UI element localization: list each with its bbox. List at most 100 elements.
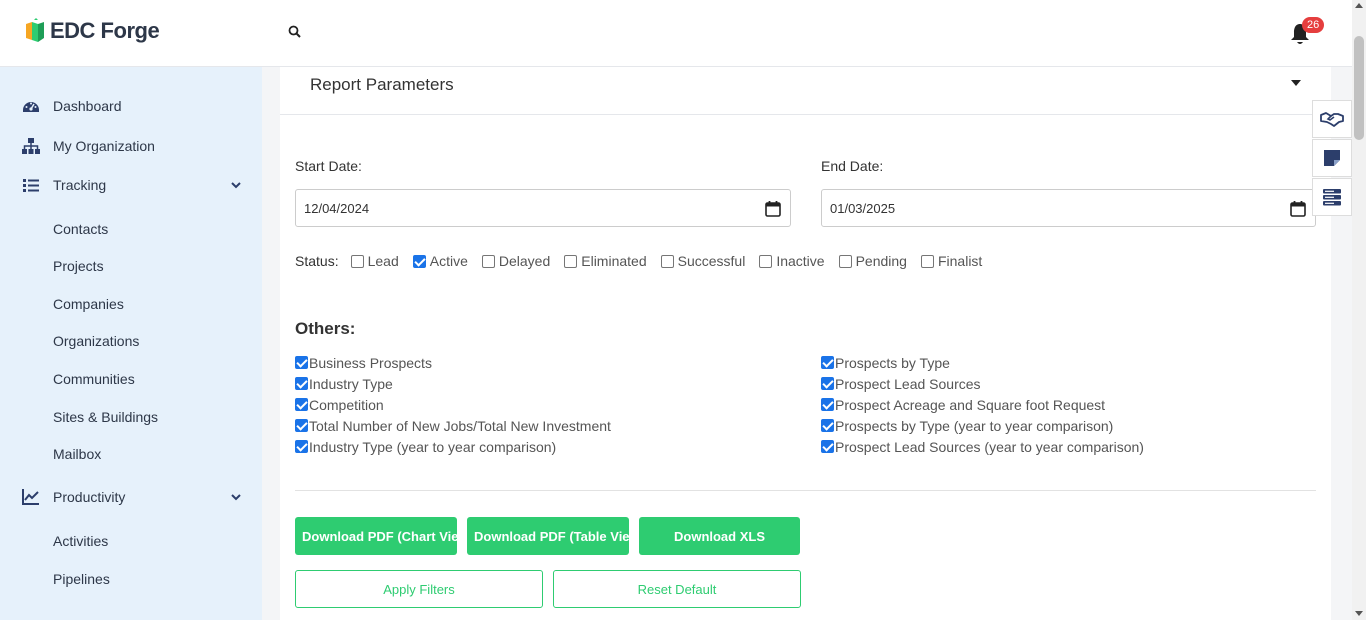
status-inactive-checkbox[interactable]: Inactive — [759, 253, 825, 269]
brand-name: EDC Forge — [50, 18, 160, 43]
end-date-label: End Date: — [821, 158, 884, 174]
others-option-label: Industry Type (year to year comparison) — [309, 438, 557, 455]
status-finalist-checkbox[interactable]: Finalist — [920, 253, 983, 269]
download-pdf-table-button[interactable]: Download PDF (Table View) — [467, 517, 629, 555]
others-option-label: Prospects by Type (year to year comparis… — [835, 417, 1114, 434]
card-title: Report Parameters — [310, 75, 454, 94]
list-icon — [23, 179, 39, 192]
sticky-note-button[interactable] — [1312, 139, 1352, 177]
start-date-value: 12/04/2024 — [304, 200, 370, 216]
checkbox[interactable] — [660, 254, 674, 268]
sidebar: Dashboard My Organization Tracking Conta… — [0, 67, 262, 620]
end-date-input[interactable]: 01/03/2025 — [821, 189, 1316, 227]
checkbox[interactable] — [564, 254, 578, 268]
checkbox[interactable] — [295, 440, 308, 453]
checkbox[interactable] — [412, 254, 426, 268]
others-option-label: Total Number of New Jobs/Total New Inves… — [309, 417, 611, 434]
checkbox[interactable] — [821, 377, 834, 390]
caret-down-icon[interactable] — [1290, 79, 1302, 87]
others-option-label: Industry Type — [309, 375, 393, 392]
status-lead-checkbox[interactable]: Lead — [350, 253, 399, 269]
end-date-value: 01/03/2025 — [830, 200, 896, 216]
reset-default-button[interactable]: Reset Default — [553, 570, 801, 608]
status-option-label: Pending — [855, 253, 907, 269]
others-heading: Others: — [295, 319, 356, 338]
page-scrollbar[interactable] — [1352, 0, 1366, 620]
chevron-down-icon[interactable] — [230, 491, 242, 503]
scrollbar-thumb[interactable] — [1354, 36, 1364, 140]
calendar-icon[interactable] — [1290, 200, 1306, 217]
sidebar-subitem-projects[interactable]: Projects — [53, 258, 104, 274]
status-successful-checkbox[interactable]: Successful — [660, 253, 745, 269]
checkbox[interactable] — [821, 440, 834, 453]
others-right-column: Prospects by Type Prospect Lead Sources … — [821, 352, 1144, 457]
others-option[interactable]: Prospect Acreage and Square foot Request — [821, 394, 1144, 415]
checkbox[interactable] — [295, 377, 308, 390]
start-date-label: Start Date: — [295, 158, 362, 174]
chevron-down-icon[interactable] — [230, 179, 242, 191]
others-option-label: Business Prospects — [309, 354, 432, 371]
sidebar-subitem-pipelines[interactable]: Pipelines — [53, 571, 110, 587]
sidebar-subitem-sites-buildings[interactable]: Sites & Buildings — [53, 409, 158, 425]
status-eliminated-checkbox[interactable]: Eliminated — [564, 253, 647, 269]
status-pending-checkbox[interactable]: Pending — [838, 253, 907, 269]
others-option[interactable]: Prospects by Type (year to year comparis… — [821, 415, 1144, 436]
sidebar-item-my-organization[interactable]: My Organization — [0, 131, 262, 161]
status-filter-row: Status: Lead Active Delayed Eliminated S… — [295, 253, 996, 269]
sidebar-item-tracking[interactable]: Tracking — [0, 170, 262, 200]
sidebar-subitem-activities[interactable]: Activities — [53, 533, 108, 549]
checkbox[interactable] — [821, 419, 834, 432]
status-option-label: Finalist — [937, 253, 983, 269]
status-option-label: Eliminated — [581, 253, 647, 269]
card-header[interactable]: Report Parameters — [280, 67, 1331, 115]
checkbox[interactable] — [920, 254, 934, 268]
sidebar-subitem-contacts[interactable]: Contacts — [53, 221, 108, 237]
handshake-icon — [1320, 112, 1344, 127]
checkbox[interactable] — [821, 356, 834, 369]
others-option[interactable]: Industry Type (year to year comparison) — [295, 436, 611, 457]
checkbox[interactable] — [295, 419, 308, 432]
chart-line-icon — [22, 489, 39, 505]
others-option[interactable]: Prospect Lead Sources — [821, 373, 1144, 394]
others-option[interactable]: Business Prospects — [295, 352, 611, 373]
logo-mark-icon — [26, 18, 44, 42]
sidebar-item-label: My Organization — [53, 138, 155, 154]
scroll-up-icon[interactable] — [1355, 3, 1363, 8]
search-icon[interactable] — [288, 25, 302, 39]
sidebar-subitem-companies[interactable]: Companies — [53, 296, 124, 312]
others-option[interactable]: Industry Type — [295, 373, 611, 394]
top-bar: EDC Forge 26 — [0, 0, 1366, 67]
sticky-note-icon — [1324, 150, 1340, 166]
brand-logo[interactable]: EDC Forge — [24, 18, 160, 44]
checkbox[interactable] — [759, 254, 773, 268]
start-date-input[interactable]: 12/04/2024 — [295, 189, 791, 227]
others-option-label: Prospect Lead Sources (year to year comp… — [835, 438, 1144, 455]
sidebar-item-dashboard[interactable]: Dashboard — [0, 91, 262, 121]
calendar-icon[interactable] — [765, 200, 781, 217]
sidebar-subitem-communities[interactable]: Communities — [53, 371, 135, 387]
others-option[interactable]: Competition — [295, 394, 611, 415]
checkbox[interactable] — [481, 254, 495, 268]
apply-filters-button[interactable]: Apply Filters — [295, 570, 543, 608]
download-xls-button[interactable]: Download XLS — [639, 517, 800, 555]
sidebar-item-label: Dashboard — [53, 98, 122, 114]
checkbox[interactable] — [838, 254, 852, 268]
checkbox[interactable] — [295, 356, 308, 369]
checkbox[interactable] — [821, 398, 834, 411]
sidebar-item-productivity[interactable]: Productivity — [0, 482, 262, 512]
others-option[interactable]: Prospects by Type — [821, 352, 1144, 373]
server-button[interactable] — [1312, 178, 1352, 216]
others-option[interactable]: Prospect Lead Sources (year to year comp… — [821, 436, 1144, 457]
sidebar-subitem-organizations[interactable]: Organizations — [53, 333, 139, 349]
checkbox[interactable] — [295, 398, 308, 411]
others-option[interactable]: Total Number of New Jobs/Total New Inves… — [295, 415, 611, 436]
sidebar-subitem-mailbox[interactable]: Mailbox — [53, 446, 101, 462]
divider — [295, 490, 1316, 491]
status-option-label: Lead — [367, 253, 399, 269]
status-active-checkbox[interactable]: Active — [412, 253, 468, 269]
scroll-down-icon[interactable] — [1355, 611, 1363, 616]
download-pdf-chart-button[interactable]: Download PDF (Chart View) — [295, 517, 457, 555]
status-delayed-checkbox[interactable]: Delayed — [481, 253, 550, 269]
checkbox[interactable] — [350, 254, 364, 268]
handshake-button[interactable] — [1312, 100, 1352, 138]
